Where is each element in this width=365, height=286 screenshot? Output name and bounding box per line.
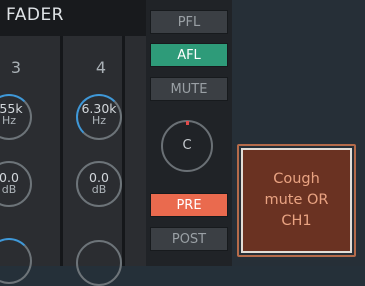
mute-button[interactable]: MUTE	[150, 77, 228, 101]
channel-separator	[122, 36, 125, 266]
channel-4-freq-unit: Hz	[91, 114, 107, 127]
channel-4-gain-unit: dB	[91, 183, 107, 196]
channel-4-knob-lower[interactable]	[76, 240, 122, 286]
pre-button[interactable]: PRE	[150, 193, 228, 217]
channel-3-gain-unit: dB	[1, 183, 17, 196]
channel-3-number: 3	[10, 58, 22, 77]
pan-indicator	[186, 121, 189, 125]
cough-mute-button[interactable]: Cough mute OR CH1	[241, 148, 352, 253]
post-button[interactable]: POST	[150, 227, 228, 251]
pan-value: C	[182, 138, 192, 153]
fader-title: FADER	[6, 5, 64, 25]
pfl-button[interactable]: PFL	[150, 10, 228, 34]
channel-separator	[60, 36, 63, 266]
afl-button[interactable]: AFL	[150, 43, 228, 67]
channel-3-freq-unit: Hz	[1, 114, 17, 127]
channel-4-number: 4	[95, 58, 107, 77]
